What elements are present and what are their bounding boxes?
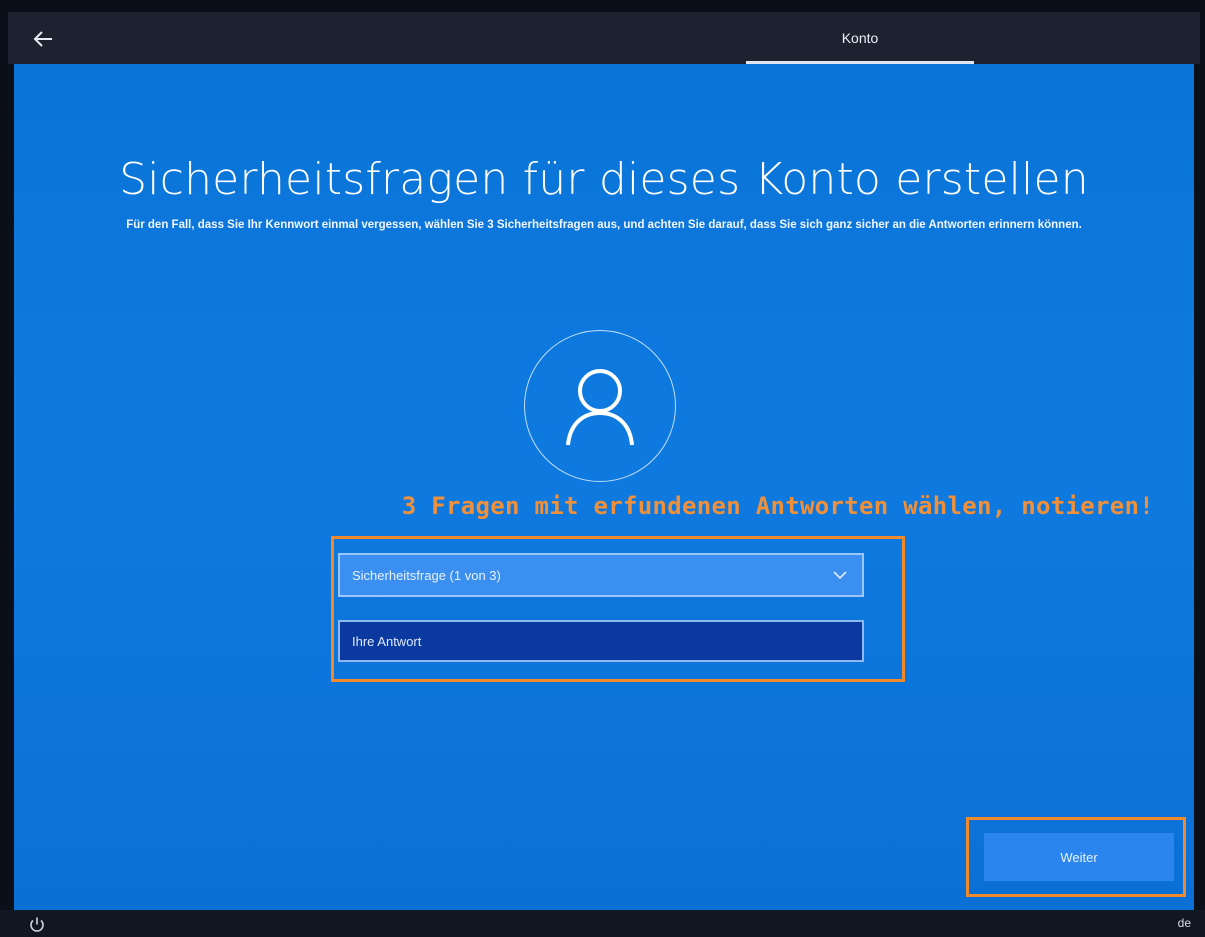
tab-konto: Konto	[841, 30, 879, 46]
arrow-left-icon	[33, 31, 52, 47]
power-icon[interactable]	[28, 916, 46, 934]
page-title: Sicherheitsfragen für dieses Konto erste…	[119, 154, 1089, 205]
top-bar: Konto	[8, 12, 1200, 64]
answer-input[interactable]	[338, 620, 864, 662]
security-question-selected: Sicherheitsfrage (1 von 3)	[352, 567, 501, 583]
security-question-select[interactable]: Sicherheitsfrage (1 von 3)	[338, 553, 864, 597]
next-button[interactable]: Weiter	[984, 833, 1174, 881]
page-subtitle: Für den Fall, dass Sie Ihr Kennwort einm…	[126, 219, 1082, 231]
avatar	[524, 330, 676, 482]
annotation-text: 3 Fragen mit erfundenen Antworten wählen…	[401, 492, 1154, 520]
chevron-down-icon	[833, 571, 847, 580]
bottom-bar: de	[0, 910, 1205, 937]
user-icon	[566, 369, 634, 446]
language-indicator[interactable]: de	[1178, 916, 1191, 930]
setup-screen: Sicherheitsfragen für dieses Konto erste…	[14, 64, 1194, 910]
back-button[interactable]	[26, 22, 60, 56]
